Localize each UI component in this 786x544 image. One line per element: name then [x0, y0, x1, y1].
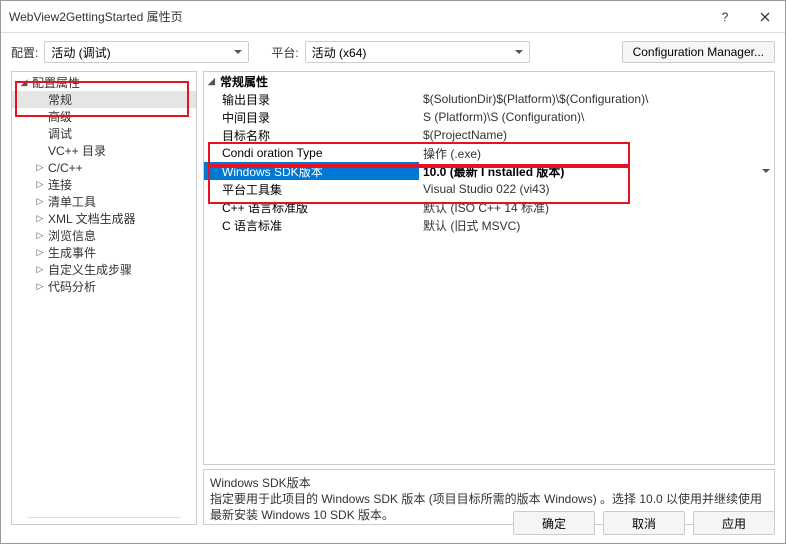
property-row[interactable]: Windows SDK版本10.0 (最新 I nstalled 版本) [204, 162, 774, 180]
tree-label: 浏览信息 [48, 227, 96, 244]
property-row[interactable]: 目标名称$(ProjectName) [204, 126, 774, 144]
expand-icon [34, 111, 46, 123]
property-value[interactable]: $(SolutionDir)$(Platform)\$(Configuratio… [419, 90, 774, 108]
tree-label: C/C++ [48, 161, 83, 175]
property-row[interactable]: Condi oration Type操作 (.exe) [204, 144, 774, 162]
platform-label: 平台: [271, 44, 298, 61]
tree-item[interactable]: ▷XML 文档生成器 [12, 210, 196, 227]
property-grid[interactable]: ◢ 常规属性 输出目录$(SolutionDir)$(Platform)\$(C… [203, 71, 775, 465]
tree-label: 配置属性 [32, 74, 80, 91]
expand-icon: ▷ [34, 230, 46, 242]
tree-item[interactable]: ▷自定义生成步骤 [12, 261, 196, 278]
property-name: Windows SDK版本 [204, 162, 419, 180]
property-name: 平台工具集 [204, 180, 419, 198]
tree-label: XML 文档生成器 [48, 210, 136, 227]
property-row[interactable]: 输出目录$(SolutionDir)$(Platform)\$(Configur… [204, 90, 774, 108]
property-value[interactable]: Visual Studio 022 (vi43) [419, 180, 774, 198]
expand-icon: ▷ [34, 247, 46, 259]
property-name: C 语言标准 [204, 216, 419, 234]
tree-item[interactable]: 高级 [12, 108, 196, 125]
platform-combo[interactable]: 活动 (x64) [305, 41, 530, 63]
property-row[interactable]: C++ 语言标准版默认 (ISO C++ 14 标准) [204, 198, 774, 216]
config-manager-button[interactable]: Configuration Manager... [622, 41, 775, 63]
tree-item[interactable]: ▷清单工具 [12, 193, 196, 210]
group-header[interactable]: ◢ 常规属性 [204, 72, 774, 90]
expand-icon: ▷ [34, 196, 46, 208]
property-value[interactable]: 操作 (.exe) [419, 144, 774, 162]
tree-item[interactable]: ▷代码分析 [12, 278, 196, 295]
close-icon [760, 12, 770, 22]
tree-label: 清单工具 [48, 193, 96, 210]
platform-value: 活动 (x64) [312, 44, 367, 61]
property-row[interactable]: 中间目录S (Platform)\S (Configuration)\ [204, 108, 774, 126]
property-name: Condi oration Type [204, 144, 419, 162]
collapse-icon: ◢ [208, 76, 220, 87]
category-tree[interactable]: ◢配置属性常规高级调试VC++ 目录▷C/C++▷连接▷清单工具▷XML 文档生… [11, 71, 197, 525]
property-value[interactable]: 默认 (ISO C++ 14 标准) [419, 198, 774, 216]
help-button[interactable]: ? [705, 1, 745, 33]
expand-icon: ▷ [34, 264, 46, 276]
expand-icon [34, 94, 46, 106]
property-value[interactable]: $(ProjectName) [419, 126, 774, 144]
property-name: C++ 语言标准版 [204, 198, 419, 216]
window-title: WebView2GettingStarted 属性页 [9, 8, 705, 25]
property-row[interactable]: 平台工具集Visual Studio 022 (vi43) [204, 180, 774, 198]
tree-label: 自定义生成步骤 [48, 261, 132, 278]
expand-icon [34, 128, 46, 140]
apply-button[interactable]: 应用 [693, 511, 775, 535]
ok-button[interactable]: 确定 [513, 511, 595, 535]
tree-item[interactable]: VC++ 目录 [12, 142, 196, 159]
tree-label: VC++ 目录 [48, 142, 106, 159]
property-name: 目标名称 [204, 126, 419, 144]
tree-item[interactable]: ▷C/C++ [12, 159, 196, 176]
tree-label: 调试 [48, 125, 72, 142]
close-button[interactable] [745, 1, 785, 33]
config-label: 配置: [11, 44, 38, 61]
expand-icon: ▷ [34, 162, 46, 174]
property-value[interactable]: 默认 (旧式 MSVC) [419, 216, 774, 234]
chevron-down-icon[interactable] [762, 169, 770, 173]
property-value[interactable]: S (Platform)\S (Configuration)\ [419, 108, 774, 126]
property-name: 中间目录 [204, 108, 419, 126]
property-name: 输出目录 [204, 90, 419, 108]
expand-icon: ▷ [34, 213, 46, 225]
tree-item[interactable]: 常规 [12, 91, 196, 108]
tree-label: 高级 [48, 108, 72, 125]
expand-icon: ▷ [34, 179, 46, 191]
description-title: Windows SDK版本 [210, 474, 768, 491]
group-title: 常规属性 [220, 73, 268, 90]
tree-label: 代码分析 [48, 278, 96, 295]
tree-label: 常规 [48, 91, 72, 108]
tree-item[interactable]: ▷连接 [12, 176, 196, 193]
tree-item[interactable]: ▷生成事件 [12, 244, 196, 261]
tree-item[interactable]: 调试 [12, 125, 196, 142]
property-value[interactable]: 10.0 (最新 I nstalled 版本) [419, 162, 774, 180]
expand-icon [34, 145, 46, 157]
expand-icon: ▷ [34, 281, 46, 293]
tree-label: 生成事件 [48, 244, 96, 261]
tree-root[interactable]: ◢配置属性 [12, 74, 196, 91]
property-row[interactable]: C 语言标准默认 (旧式 MSVC) [204, 216, 774, 234]
config-combo[interactable]: 活动 (调试) [44, 41, 249, 63]
config-value: 活动 (调试) [51, 44, 110, 61]
tree-item[interactable]: ▷浏览信息 [12, 227, 196, 244]
cancel-button[interactable]: 取消 [603, 511, 685, 535]
tree-label: 连接 [48, 176, 72, 193]
expand-icon: ◢ [18, 77, 30, 89]
